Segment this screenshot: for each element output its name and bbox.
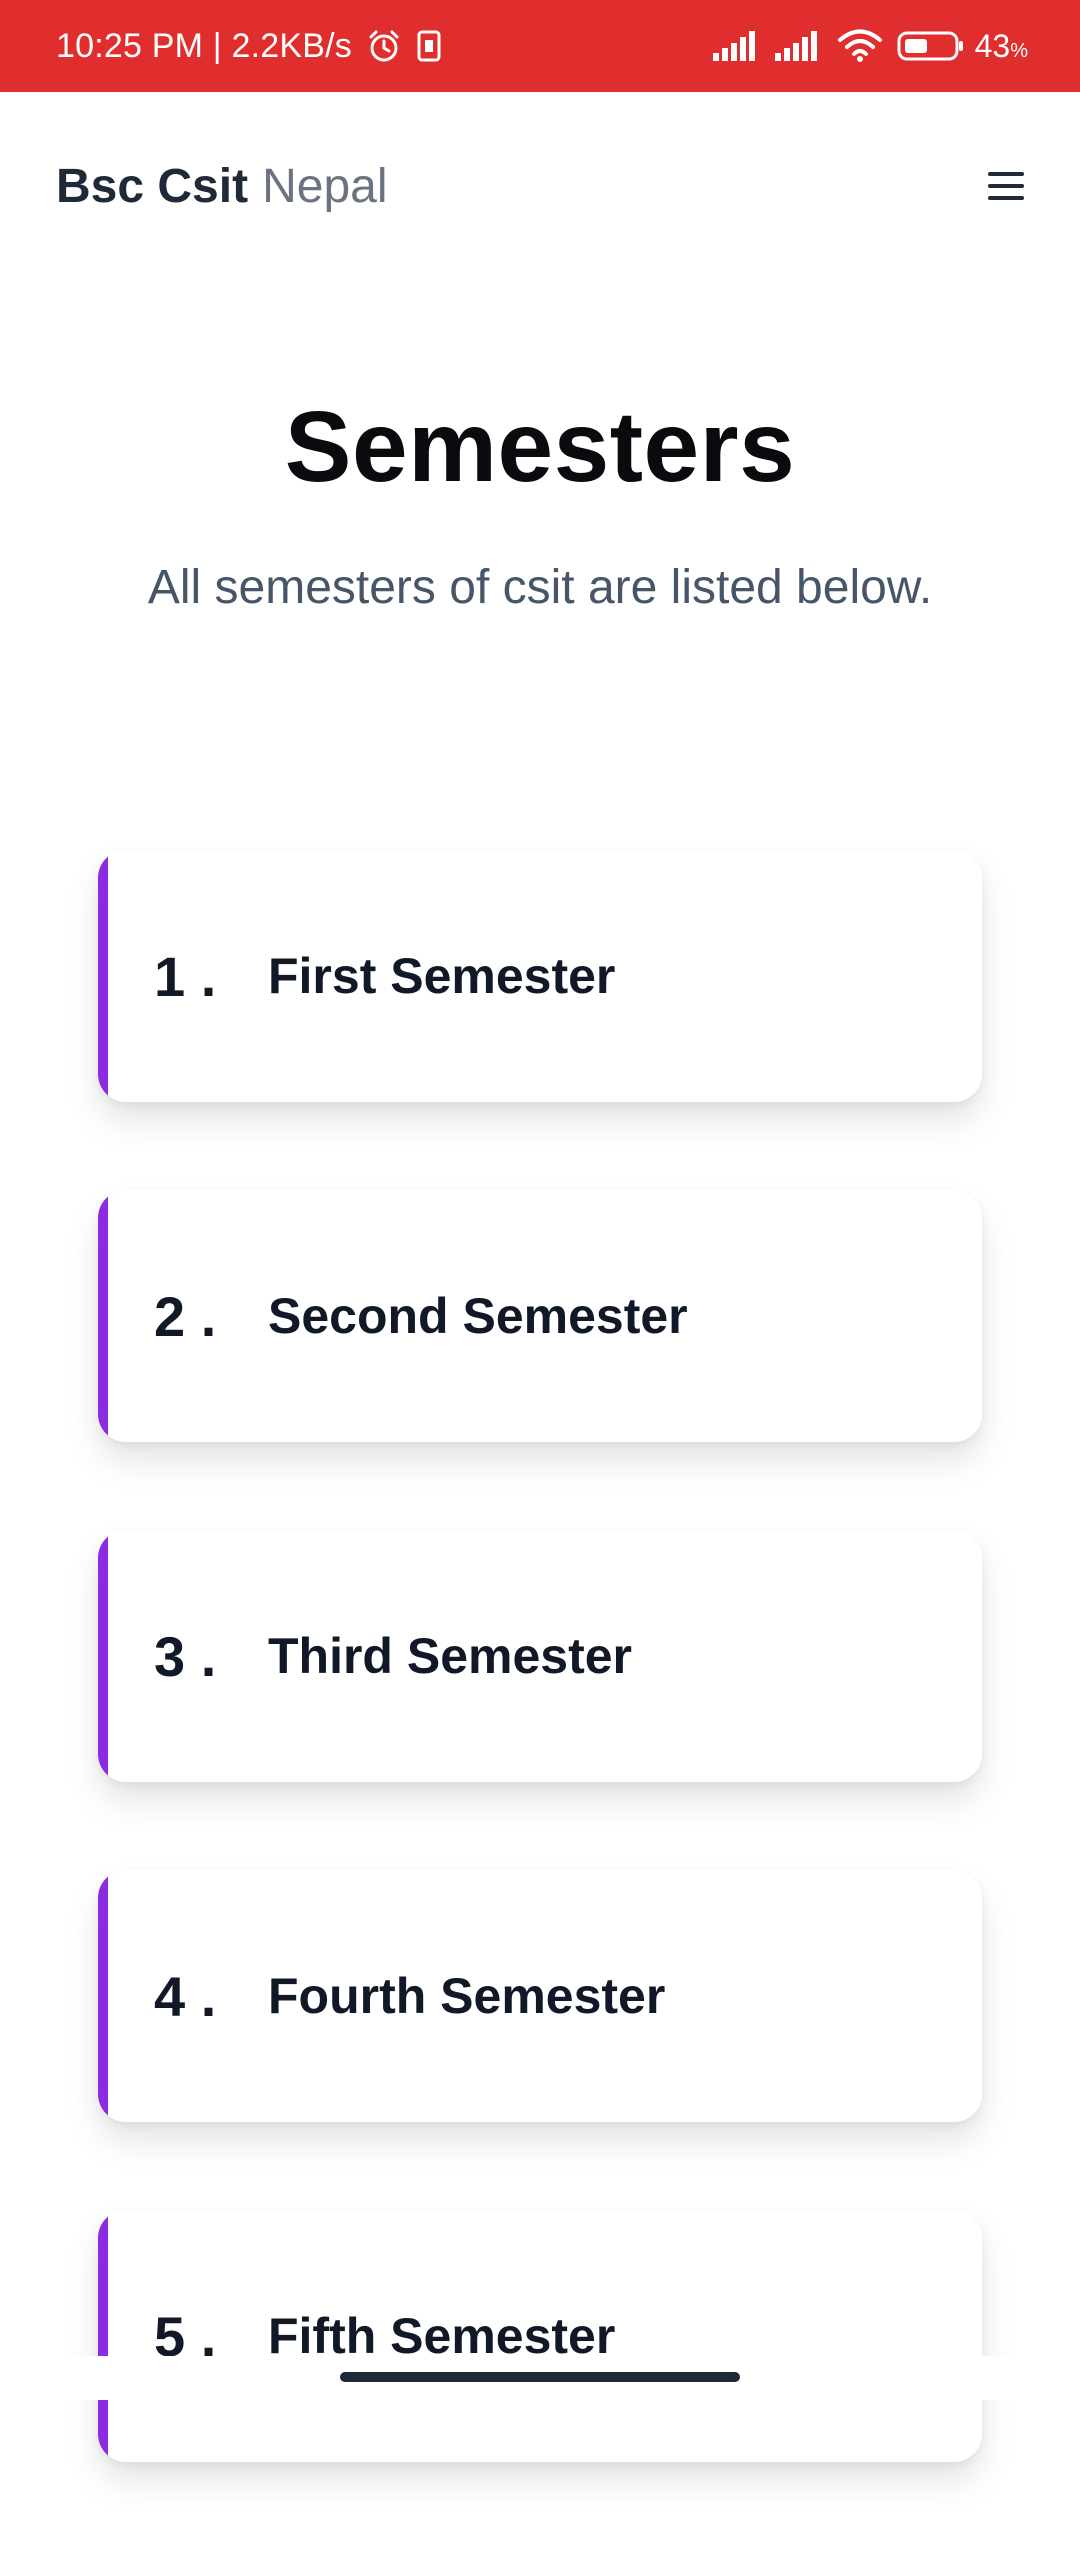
- page-subtitle: All semesters of csit are listed below.: [147, 561, 933, 614]
- navbar: Bsc Csit Nepal: [0, 92, 1080, 280]
- status-right: 43%: [699, 28, 1028, 65]
- sim-icon: [416, 29, 442, 63]
- hamburger-menu-button[interactable]: [984, 164, 1028, 208]
- semester-card-fifth[interactable]: 5 . Fifth Semester: [98, 2210, 982, 2462]
- hamburger-icon: [988, 172, 1024, 200]
- semester-list: 1 . First Semester 2 . Second Semester 3…: [98, 850, 982, 2550]
- status-left: 10:25 PM | 2.2KB/s: [56, 27, 442, 66]
- status-bar: 10:25 PM | 2.2KB/s 43%: [0, 0, 1080, 92]
- brand-logo[interactable]: Bsc Csit Nepal: [56, 159, 388, 214]
- semester-name: Fourth Semester: [268, 1968, 666, 2024]
- battery-percent: 43%: [975, 28, 1028, 65]
- wifi-icon: [837, 29, 883, 63]
- brand-strong-text: Bsc Csit: [56, 159, 249, 213]
- battery-percent-suffix: %: [1010, 39, 1028, 62]
- signal-1-icon: [712, 31, 761, 61]
- battery-icon: [897, 30, 965, 62]
- signal-2-icon: [774, 31, 823, 61]
- semester-card-first[interactable]: 1 . First Semester: [98, 850, 982, 1102]
- alarm-icon: [366, 28, 402, 64]
- semester-number: 1 .: [154, 944, 217, 1008]
- semester-number: 4 .: [154, 1964, 217, 2028]
- status-time-speed: 10:25 PM | 2.2KB/s: [56, 26, 352, 65]
- home-indicator[interactable]: [340, 2372, 740, 2382]
- semester-card-second[interactable]: 2 . Second Semester: [98, 1190, 982, 1442]
- semester-number: 3 .: [154, 1624, 217, 1688]
- semester-card-third[interactable]: 3 . Third Semester: [98, 1530, 982, 1782]
- semester-name: Third Semester: [268, 1628, 633, 1684]
- brand-light-text: Nepal: [262, 159, 388, 213]
- page-title: Semesters: [284, 391, 796, 503]
- semester-number: 2 .: [154, 1284, 217, 1348]
- battery-percent-value: 43: [974, 27, 1011, 64]
- semester-name: First Semester: [268, 948, 616, 1004]
- semester-name: Second Semester: [268, 1288, 688, 1344]
- semester-card-fourth[interactable]: 4 . Fourth Semester: [98, 1870, 982, 2122]
